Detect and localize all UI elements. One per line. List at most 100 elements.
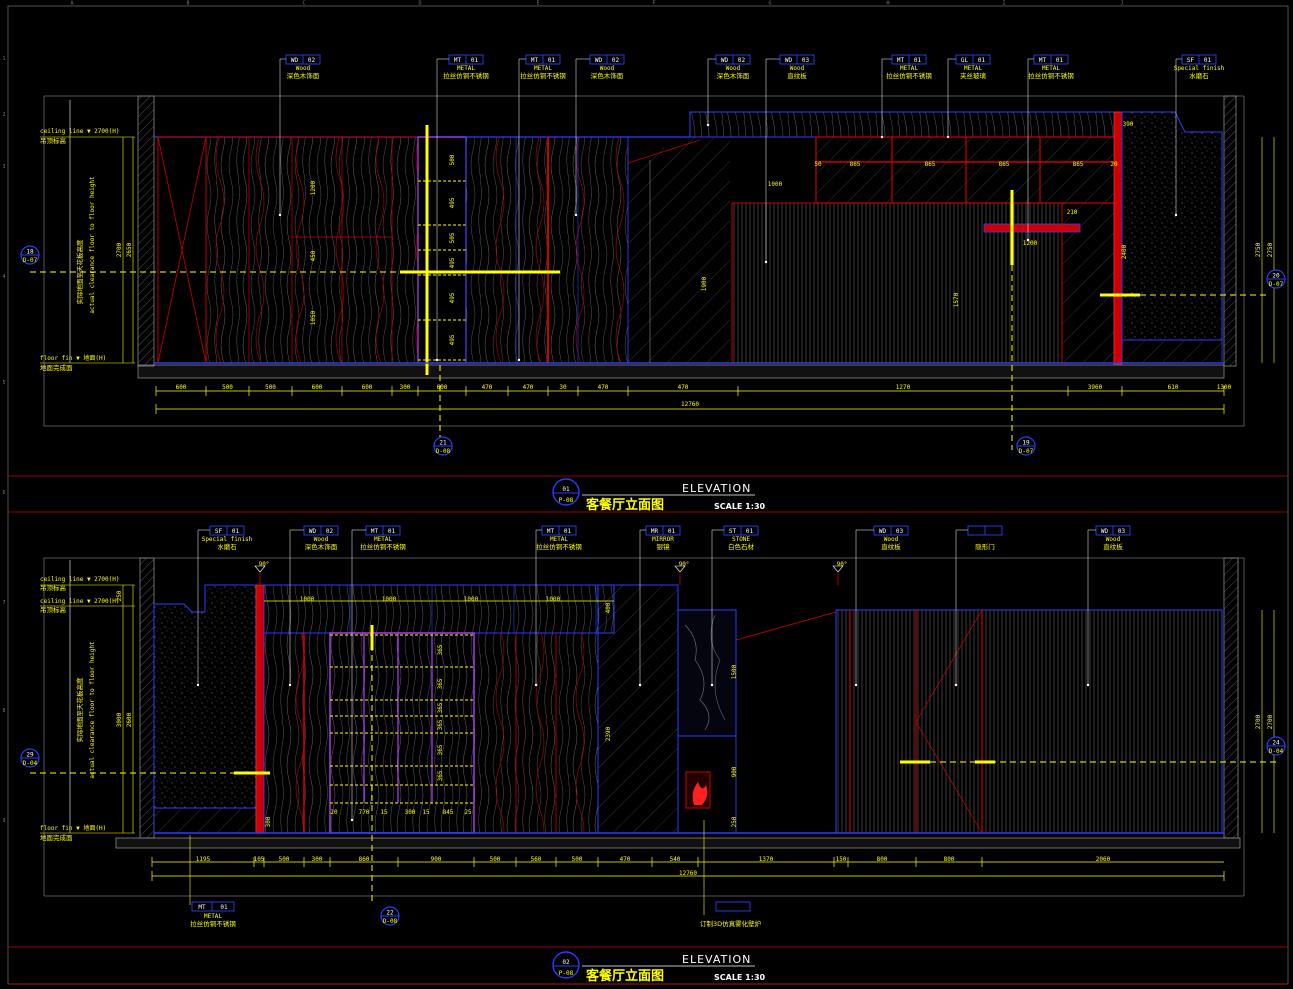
elev1-dim-bottom: 470	[598, 384, 609, 391]
elev1-tag-en: METAL	[534, 65, 552, 72]
elev1-dim-left: 2650	[126, 242, 133, 257]
elev2-stone-panel	[677, 609, 737, 737]
elev2-dim-vert: 900	[731, 766, 738, 777]
elev2-vertical-note-2: actual clearance floor to floor height	[89, 641, 96, 779]
elev2-tag-bottom-right	[715, 901, 751, 912]
elev1-dimensions-bottom: 600 500 500 600 600 300 600 470 470 30 470 470 1270 3…	[155, 384, 1232, 414]
elev2-dim-bottom: 900	[431, 856, 442, 863]
elev2-right-wall	[1223, 557, 1239, 839]
elev1-floor-slab	[137, 364, 1225, 379]
elev2-dim-shelf: 365	[437, 770, 444, 781]
elev2-dim-bottom: 500	[572, 856, 583, 863]
elev2-tag-en: MIRROR	[652, 536, 674, 543]
elev1-dim-bottom: 300	[400, 384, 411, 391]
elev2-dimensions-bottom: 1195 105 500 300 860 900 500 560 500 470 540 1370 15…	[151, 856, 1225, 881]
elev1-section-num: 18	[26, 249, 34, 256]
elev2-section-marker: 24D-04	[1266, 736, 1286, 756]
elev2-dim-shelf: 365	[437, 744, 444, 755]
elev2-tag-cn: 拉丝仿铜不锈钢	[536, 542, 582, 551]
elev2-section-ref: D-08	[383, 918, 398, 925]
elev2-metal-post	[255, 584, 265, 834]
frame-col-label: F	[652, 1, 655, 7]
elev1-title-en: ELEVATION	[682, 482, 751, 495]
cad-drawing-canvas: ABCDEFGHIJ 123456789 600 500 500 600 600…	[2, 1, 1289, 985]
elev2-tag-code: WD	[309, 528, 317, 535]
elev2-dim-shelf: 365	[437, 678, 444, 689]
elevation-2: 1195 105 500 300 860 900 500 560 500 470 540 1370 15…	[20, 525, 1286, 984]
frame-row-label: 2	[2, 112, 5, 118]
elev1-dim-total: 12760	[681, 401, 699, 408]
elev1-tag-cn: 拉丝仿铜不锈钢	[886, 71, 932, 80]
elev2-dim-shelf-bottom: 845	[443, 809, 454, 816]
elev1-floor-sub: 地面完成面	[40, 363, 73, 372]
elev1-dim-shelf: 495	[449, 292, 456, 303]
elev2-dim-shelf: 365	[437, 644, 444, 655]
frame-col-label: J	[1120, 1, 1123, 7]
elev2-dim-top: 1000	[300, 596, 315, 603]
elev2-bubble-ref: P-08	[559, 970, 574, 977]
elev1-tag-num: 01	[1056, 57, 1064, 64]
elev1-tag-en: Wood	[600, 65, 615, 72]
elev2-tag-code: MT	[371, 528, 379, 535]
elev2-dim-top: 1000	[464, 596, 479, 603]
frame-row-label: 3	[2, 164, 5, 170]
elev1-section-ref: D-08	[436, 448, 451, 455]
elev2-section-num: 24	[1272, 740, 1280, 747]
elev2-dim-bottom: 560	[531, 856, 542, 863]
elev1-tag-num: 01	[1204, 57, 1212, 64]
elev2-vertical-note-1: 实际地面至天花板高度	[75, 677, 84, 743]
elev1-dim-shelf: 495	[449, 257, 456, 268]
elev1-tag-cn: 拉丝仿铜不锈钢	[443, 71, 489, 80]
frame-row-label: 9	[2, 818, 5, 824]
elev2-tag-en: STONE	[732, 536, 750, 543]
elev2-dim-bottom: 105	[254, 856, 265, 863]
elev2-dim-shelf-bottom: 15	[380, 809, 388, 816]
elev2-dim-bottom: 2060	[1096, 856, 1111, 863]
elev2-scale: SCALE 1:30	[714, 973, 766, 982]
elev2-dim-shelf-bottom: 25	[464, 809, 472, 816]
frame-col-label: I	[1002, 1, 1005, 7]
elev1-tag-num: 02	[308, 57, 316, 64]
elev2-dim-right: 2700	[1267, 714, 1274, 729]
elev1-section-marker: 18D-07	[20, 245, 40, 265]
elev2-tag-code: MT	[547, 528, 555, 535]
elev2-dim-shelf-bottom: 15	[422, 809, 430, 816]
elev2-angle-mark: 90°	[837, 561, 848, 568]
elev2-tag-cn: 白色石材	[728, 542, 755, 551]
elev2-dim-shelf-bottom: 300	[405, 809, 416, 816]
elev2-dim-top-vert: 400	[605, 602, 612, 613]
elev1-tag-code: GL	[961, 57, 969, 64]
elev1-floor-label: floor fin ▼ 地面(H)	[40, 354, 106, 362]
elev1-tag-code: WD	[721, 57, 729, 64]
elev2-dim-bottom: 470	[620, 856, 631, 863]
elev2-tag-num: 01	[746, 528, 754, 535]
elev1-ceiling-soffit	[689, 111, 1121, 138]
elev2-dim-shelf: 365	[437, 702, 444, 713]
elev1-tag-num: 01	[914, 57, 922, 64]
elev1-dim-cabinet: 20	[1110, 161, 1118, 168]
elev2-dim-shelf-bottom: 770	[359, 809, 370, 816]
elev1-dim-cabinet: 865	[850, 161, 861, 168]
elev1-section-num: 20	[1272, 273, 1280, 280]
elev1-tag-code: WD	[785, 57, 793, 64]
elev1-left-wall	[137, 95, 155, 367]
elev1-dim-vert: 1570	[953, 292, 960, 307]
elev2-dim-bottom: 150	[836, 856, 847, 863]
elev1-tag-en: METAL	[1042, 65, 1060, 72]
elev1-dim-cabinet: 865	[999, 161, 1010, 168]
elev1-dim-bottom: 600	[362, 384, 373, 391]
elev2-tag-code: SF	[215, 528, 223, 535]
elev1-section-ref: D-07	[1269, 281, 1284, 288]
elev1-tag-code: MT	[531, 57, 539, 64]
elev1-tag-num: 01	[978, 57, 986, 64]
elev1-tag-cn: 拉丝仿铜不锈钢	[520, 71, 566, 80]
elev2-tag-bl-num: 01	[220, 904, 228, 911]
elev2-bubble-num: 02	[562, 959, 570, 966]
elev1-dim-misc: 1000	[768, 181, 783, 188]
elev2-dim-shelf-bottom: 20	[330, 809, 338, 816]
elev2-tag-bl-code: MT	[198, 904, 206, 911]
elev2-section-marker: 29D-04	[20, 748, 40, 768]
elev2-tag-num: 01	[388, 528, 396, 535]
elev2-ceiling-sub-2: 吊顶标高	[40, 605, 67, 614]
elev2-dim-vert: 2390	[605, 726, 612, 741]
